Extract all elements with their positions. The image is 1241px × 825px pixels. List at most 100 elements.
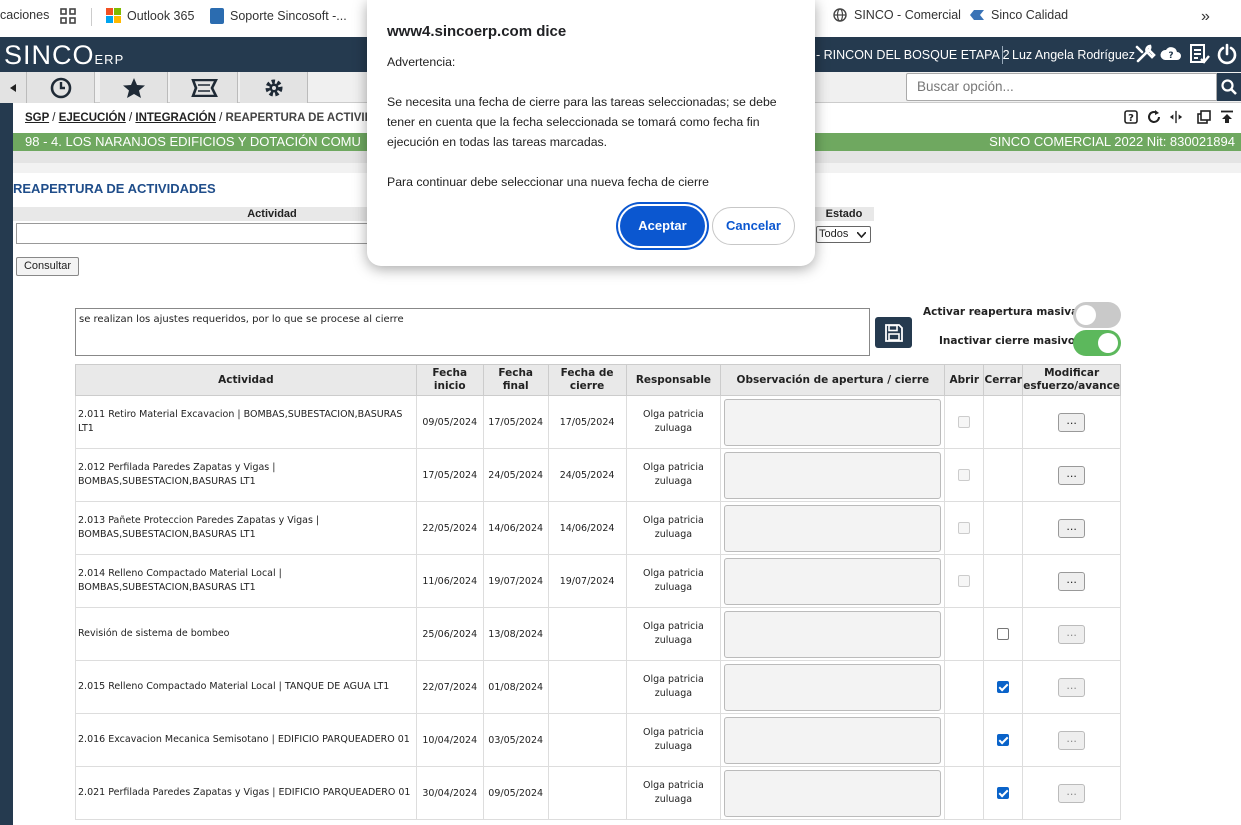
open-checkbox xyxy=(958,522,971,534)
breadcrumb-integracion[interactable]: INTEGRACIÓN xyxy=(135,112,216,124)
bookmark-outlook[interactable]: Outlook 365 xyxy=(106,8,194,23)
table-row: 2.015 Relleno Compactado Material Local … xyxy=(75,660,1121,714)
cell-close-date: 17/05/2024 xyxy=(547,395,627,449)
close-toggle[interactable] xyxy=(1073,330,1121,356)
tickets-button[interactable] xyxy=(170,72,238,103)
col-modify: Modificar esfuerzo/avance xyxy=(1022,364,1121,396)
cell-responsible: Olga patricia zuluaga xyxy=(625,554,722,608)
cell-responsible: Olga patricia zuluaga xyxy=(625,766,722,820)
observation-textarea[interactable] xyxy=(724,504,942,552)
cell-end: 13/08/2024 xyxy=(482,607,549,661)
apps-grid-icon[interactable] xyxy=(60,8,76,24)
reopen-toggle[interactable] xyxy=(1073,302,1121,328)
favorites-button[interactable] xyxy=(100,72,168,103)
bookmark-label: Sinco Calidad xyxy=(991,8,1069,22)
logo-main: SINCO xyxy=(4,40,95,70)
table-row: Revisión de sistema de bombeo 25/06/2024 1… xyxy=(75,607,1121,661)
modify-effort-button[interactable]: ... xyxy=(1058,677,1086,697)
observation-textarea[interactable] xyxy=(724,716,942,764)
cell-end: 14/06/2024 xyxy=(482,501,549,555)
tools-icon[interactable] xyxy=(1134,43,1156,65)
table-row: 2.014 Relleno Compactado Material Local … xyxy=(75,554,1121,608)
cell-end: 03/05/2024 xyxy=(482,713,549,767)
bookmark-comercial[interactable]: SINCO - Comercial xyxy=(833,8,961,22)
collapse-button[interactable] xyxy=(0,72,27,103)
cell-modify: ... xyxy=(1022,448,1121,502)
modify-effort-button[interactable]: ... xyxy=(1058,571,1086,591)
activities-table: Actividad Fecha inicio Fecha final Fecha… xyxy=(75,364,1121,820)
open-checkbox xyxy=(958,416,971,428)
breadcrumb-sgp[interactable]: SGP xyxy=(25,112,49,124)
close-checkbox[interactable] xyxy=(997,734,1010,746)
observation-textarea[interactable] xyxy=(724,769,942,817)
cell-end: 19/07/2024 xyxy=(482,554,549,608)
cell-responsible: Olga patricia zuluaga xyxy=(625,501,722,555)
close-checkbox[interactable] xyxy=(997,787,1010,799)
modify-effort-button[interactable]: ... xyxy=(1058,412,1086,432)
user-name[interactable]: Luz Angela Rodríguez xyxy=(1012,48,1135,62)
save-button[interactable] xyxy=(875,317,912,348)
settings-button[interactable] xyxy=(240,72,308,103)
close-checkbox[interactable] xyxy=(997,628,1010,640)
scroll-top-icon[interactable] xyxy=(1220,110,1234,124)
cell-responsible: Olga patricia zuluaga xyxy=(625,607,722,661)
modify-effort-button[interactable]: ... xyxy=(1058,730,1086,750)
accept-button[interactable]: Aceptar xyxy=(620,206,705,246)
status-select[interactable]: Todos xyxy=(816,226,871,243)
observation-textarea[interactable] xyxy=(724,663,942,711)
open-checkbox xyxy=(958,575,971,587)
cell-responsible: Olga patricia zuluaga xyxy=(625,660,722,714)
observation-textarea[interactable] xyxy=(724,398,942,446)
bookmark-apps[interactable]: caciones xyxy=(0,8,49,22)
cell-start: 30/04/2024 xyxy=(415,766,484,820)
observation-textarea[interactable] xyxy=(724,451,942,499)
cell-modify: ... xyxy=(1022,607,1121,661)
save-icon xyxy=(884,323,903,342)
cancel-button[interactable]: Cancelar xyxy=(712,207,795,245)
checklist-icon[interactable] xyxy=(1188,43,1210,65)
modify-effort-button[interactable]: ... xyxy=(1058,518,1086,538)
toggle-knob xyxy=(1098,333,1118,353)
cell-open xyxy=(944,766,985,820)
breadcrumb: SGP / EJECUCIÓN / INTEGRACIÓN / REAPERTU… xyxy=(25,112,390,124)
cell-activity: 2.014 Relleno Compactado Material Local … xyxy=(75,554,417,608)
ticket-icon xyxy=(190,78,218,97)
col-responsible: Responsable xyxy=(625,364,722,396)
cell-close xyxy=(983,713,1024,767)
new-window-icon[interactable] xyxy=(1197,110,1211,124)
power-icon[interactable] xyxy=(1216,43,1238,65)
cell-close-date xyxy=(547,713,627,767)
modify-effort-button[interactable]: ... xyxy=(1058,783,1086,803)
search-button[interactable] xyxy=(1217,73,1241,101)
cell-observation xyxy=(720,660,946,714)
svg-text:?: ? xyxy=(1168,51,1173,61)
mass-observation-field[interactable]: se realizan los ajustes requeridos, por … xyxy=(75,308,870,356)
toggle-knob xyxy=(1076,305,1096,325)
search-icon xyxy=(1221,79,1237,95)
consult-button[interactable]: Consultar xyxy=(16,257,79,276)
bookmarks-more-button[interactable]: » xyxy=(1201,8,1210,26)
close-checkbox[interactable] xyxy=(997,681,1010,693)
project-name[interactable]: - RINCON DEL BOSQUE ETAPA 2 xyxy=(816,48,1010,62)
search-input[interactable]: Buscar opción... xyxy=(906,73,1217,101)
observation-textarea[interactable] xyxy=(724,557,942,605)
history-button[interactable] xyxy=(27,72,95,103)
left-sidebar xyxy=(0,103,13,825)
cell-open xyxy=(944,713,985,767)
cell-open xyxy=(944,448,985,502)
bookmark-soporte[interactable]: Soporte Sincosoft -... xyxy=(210,8,347,24)
observation-textarea[interactable] xyxy=(724,610,942,658)
refresh-icon[interactable] xyxy=(1147,110,1161,124)
expand-width-icon[interactable] xyxy=(1169,110,1183,124)
breadcrumb-current: REAPERTURA DE ACTIVIDAD xyxy=(225,112,390,124)
cloud-help-icon[interactable]: ? xyxy=(1160,43,1182,65)
cell-observation xyxy=(720,713,946,767)
modify-effort-button[interactable]: ... xyxy=(1058,465,1086,485)
close-toggle-label: Inactivar cierre masivo xyxy=(939,335,1076,347)
cell-activity: Revisión de sistema de bombeo xyxy=(75,607,417,661)
help-icon[interactable]: ? xyxy=(1124,110,1138,124)
bookmark-calidad[interactable]: Sinco Calidad xyxy=(969,8,1068,22)
breadcrumb-ejecucion[interactable]: EJECUCIÓN xyxy=(59,112,126,124)
modify-effort-button[interactable]: ... xyxy=(1058,624,1086,644)
sinco-logo[interactable]: SINCOERP xyxy=(4,40,124,71)
